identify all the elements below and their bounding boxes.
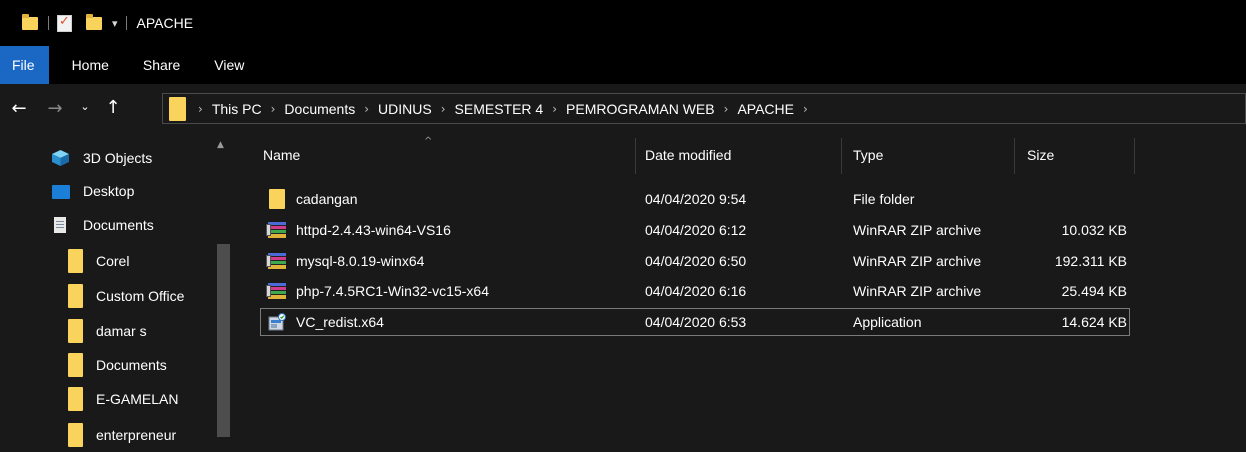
winrar-archive-icon xyxy=(266,253,286,269)
file-date: 04/04/2020 6:16 xyxy=(645,283,747,299)
nav-item-label: Desktop xyxy=(83,183,135,199)
quick-access-dropdown-icon[interactable]: ▾ xyxy=(112,17,118,30)
breadcrumb-udinus[interactable]: UDINUS xyxy=(378,101,432,117)
file-row-cadangan[interactable]: cadangan 04/04/2020 9:54 File folder xyxy=(260,185,1130,213)
title-bar: ▾ APACHE xyxy=(0,0,1246,46)
title-divider xyxy=(48,16,49,30)
file-type: Application xyxy=(853,314,922,330)
nav-item-label: 3D Objects xyxy=(83,150,153,166)
address-bar[interactable]: › This PC › Documents › UDINUS › SEMESTE… xyxy=(162,93,1246,124)
back-arrow-icon[interactable]: ← xyxy=(6,98,32,119)
column-header-size[interactable]: Size xyxy=(1027,134,1127,176)
winrar-archive-icon xyxy=(266,283,286,299)
title-divider xyxy=(125,16,127,30)
file-row-vc-redist[interactable]: VC_redist.x64 04/04/2020 6:53 Applicatio… xyxy=(260,308,1130,336)
breadcrumb-semester-4[interactable]: SEMESTER 4 xyxy=(455,101,544,117)
scrollbar-thumb[interactable] xyxy=(217,244,230,437)
column-divider[interactable] xyxy=(635,138,636,174)
winrar-archive-icon xyxy=(266,222,286,238)
breadcrumb-separator-icon[interactable]: › xyxy=(364,102,369,116)
folder-icon xyxy=(68,423,83,447)
file-size: 192.311 KB xyxy=(1054,253,1127,269)
file-type: WinRAR ZIP archive xyxy=(853,283,982,299)
ribbon-tabs: File Home Share View xyxy=(0,46,1246,84)
up-arrow-icon[interactable]: ↑ xyxy=(102,97,124,118)
file-date: 04/04/2020 9:54 xyxy=(645,191,747,207)
breadcrumb-this-pc[interactable]: This PC xyxy=(212,101,262,117)
tab-home[interactable]: Home xyxy=(55,46,126,84)
column-header-date[interactable]: Date modified xyxy=(645,134,835,176)
file-size: 10.032 KB xyxy=(1061,222,1127,238)
column-divider[interactable] xyxy=(1014,138,1015,174)
folder-icon xyxy=(68,319,83,343)
folder-icon xyxy=(68,249,83,273)
file-row-httpd[interactable]: httpd-2.4.43-win64-VS16 04/04/2020 6:12 … xyxy=(260,216,1130,244)
breadcrumb-apache[interactable]: APACHE xyxy=(737,101,794,117)
column-header-type[interactable]: Type xyxy=(853,134,1013,176)
documents-icon xyxy=(54,217,66,233)
breadcrumb-separator-icon[interactable]: › xyxy=(803,102,808,116)
breadcrumb-separator-icon[interactable]: › xyxy=(441,102,446,116)
folder-icon xyxy=(68,353,83,377)
file-type: WinRAR ZIP archive xyxy=(853,253,982,269)
tab-share[interactable]: Share xyxy=(126,46,197,84)
nav-item-label: Corel xyxy=(96,253,130,269)
recent-locations-chevron-icon[interactable]: ⌄ xyxy=(76,100,94,113)
file-row-php[interactable]: php-7.4.5RC1-Win32-vc15-x64 04/04/2020 6… xyxy=(260,277,1130,305)
breadcrumb-separator-icon[interactable]: › xyxy=(271,102,276,116)
file-name: httpd-2.4.43-win64-VS16 xyxy=(296,222,451,238)
breadcrumb-separator-icon: › xyxy=(198,101,203,116)
file-name: VC_redist.x64 xyxy=(296,314,384,330)
folder-icon xyxy=(269,189,285,209)
breadcrumb-documents[interactable]: Documents xyxy=(284,101,355,117)
nav-item-label: Documents xyxy=(96,357,167,373)
file-name: php-7.4.5RC1-Win32-vc15-x64 xyxy=(296,283,489,299)
file-type: WinRAR ZIP archive xyxy=(853,222,982,238)
file-name: cadangan xyxy=(296,191,358,207)
breadcrumb-separator-icon[interactable]: › xyxy=(724,102,729,116)
folder-icon xyxy=(68,284,83,308)
nav-item-label: Custom Office xyxy=(96,288,185,304)
breadcrumb-pemrograman-web[interactable]: PEMROGRAMAN WEB xyxy=(566,101,715,117)
tab-file[interactable]: File xyxy=(0,46,49,84)
scroll-up-icon[interactable]: ▲ xyxy=(217,140,224,150)
tab-view[interactable]: View xyxy=(197,46,261,84)
file-size: 25.494 KB xyxy=(1061,283,1127,299)
navigation-pane: 3D Objects Desktop Documents Corel Custo… xyxy=(0,134,234,447)
new-folder-icon[interactable] xyxy=(86,13,102,30)
folder-icon xyxy=(68,387,83,411)
file-row-mysql[interactable]: mysql-8.0.19-winx64 04/04/2020 6:50 WinR… xyxy=(260,247,1130,275)
nav-item-label: damar s xyxy=(96,323,147,339)
file-name: mysql-8.0.19-winx64 xyxy=(296,253,425,269)
location-folder-icon xyxy=(169,96,186,121)
navigation-scrollbar[interactable]: ▲ xyxy=(213,134,234,437)
column-divider[interactable] xyxy=(1134,138,1135,174)
nav-item-label: Documents xyxy=(83,217,154,233)
nav-item-label: enterpreneur xyxy=(96,427,177,443)
file-size xyxy=(1027,185,1127,213)
3d-objects-icon xyxy=(52,150,69,166)
window-folder-icon xyxy=(22,13,38,30)
installer-app-icon xyxy=(268,313,286,331)
file-date: 04/04/2020 6:53 xyxy=(645,314,747,330)
forward-arrow-icon[interactable]: → xyxy=(42,98,68,119)
properties-icon[interactable] xyxy=(57,14,72,32)
file-date: 04/04/2020 6:50 xyxy=(645,253,747,269)
window-title: APACHE xyxy=(136,15,194,31)
file-size: 14.624 KB xyxy=(1061,314,1127,330)
column-divider[interactable] xyxy=(841,138,842,174)
file-type: File folder xyxy=(853,191,915,207)
desktop-icon xyxy=(52,185,70,199)
breadcrumb-separator-icon[interactable]: › xyxy=(552,102,557,116)
nav-item-label: E-GAMELAN xyxy=(96,391,179,407)
file-date: 04/04/2020 6:12 xyxy=(645,222,747,238)
file-list-pane: ^ Name Date modified Type Size cadangan … xyxy=(234,134,1246,437)
column-header-name[interactable]: Name xyxy=(263,134,623,176)
